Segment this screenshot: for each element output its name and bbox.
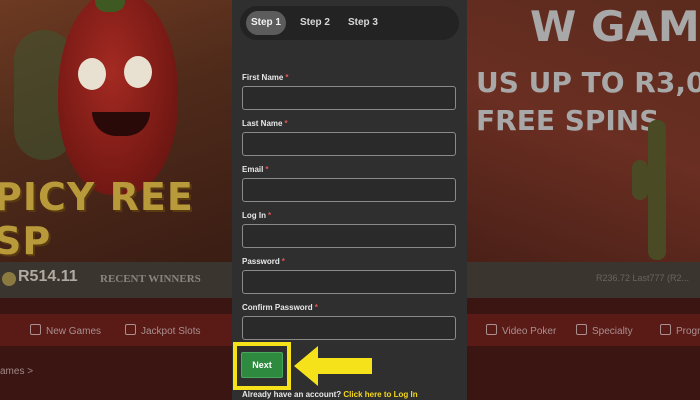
- login-label: Log In *: [242, 211, 272, 220]
- jackpot-icon: [125, 324, 136, 335]
- nav-item-new-games[interactable]: New Games: [30, 324, 101, 337]
- progressive-icon: [660, 324, 671, 335]
- nav-item-specialty[interactable]: Specialty: [576, 324, 633, 337]
- pepper-eye-right: [124, 56, 152, 88]
- specialty-icon: [576, 324, 587, 335]
- confirm-password-input[interactable]: [242, 316, 456, 340]
- email-label: Email *: [242, 165, 269, 174]
- recent-winners-label: RECENT WINNERS: [100, 273, 201, 285]
- next-button[interactable]: Next: [241, 352, 283, 378]
- last-name-label: Last Name *: [242, 119, 288, 128]
- login-prompt: Already have an account? Click here to L…: [242, 390, 418, 399]
- breadcrumb[interactable]: ames >: [0, 366, 33, 377]
- tab-step-3[interactable]: Step 3: [342, 11, 384, 35]
- pepper-eye-left: [78, 58, 106, 90]
- nav-item-video-poker[interactable]: Video Poker: [486, 324, 556, 337]
- pointer-arrow-icon: [294, 346, 372, 386]
- registration-modal: Step 1 Step 2 Step 3 First Name * Last Na…: [232, 0, 467, 400]
- tab-step-2[interactable]: Step 2: [294, 11, 336, 35]
- password-label: Password *: [242, 257, 285, 266]
- jackpot-coin-icon: [2, 272, 16, 286]
- pepper-character: [58, 0, 178, 195]
- confirm-password-label: Confirm Password *: [242, 303, 318, 312]
- tab-step-1[interactable]: Step 1: [246, 11, 286, 35]
- jackpot-amount: R514.11: [18, 268, 78, 285]
- last-name-input[interactable]: [242, 132, 456, 156]
- login-input[interactable]: [242, 224, 456, 248]
- first-name-label: First Name *: [242, 73, 289, 82]
- promo-headline: W GAME: [530, 2, 700, 51]
- nav-item-progressive[interactable]: Progr: [660, 324, 700, 337]
- cactus-arm-right: [632, 160, 648, 200]
- already-have-account-text: Already have an account?: [242, 390, 342, 399]
- login-link[interactable]: Click here to Log In: [343, 390, 417, 399]
- email-input[interactable]: [242, 178, 456, 202]
- game-banner-left: PICY REE SP: [0, 0, 232, 263]
- cactus-right: [648, 120, 666, 260]
- cards-icon: [486, 324, 497, 335]
- promo-spins-line: FREE SPINS: [476, 104, 660, 137]
- first-name-input[interactable]: [242, 86, 456, 110]
- promo-bonus-line: US UP TO R3,000: [476, 66, 700, 99]
- game-title-logo: PICY REE SP: [0, 175, 194, 263]
- winner-ticker: R236.72 Last777 (R2...: [596, 273, 690, 283]
- step-indicator: Step 1 Step 2 Step 3: [240, 6, 459, 40]
- star-icon: [30, 324, 41, 335]
- nav-item-jackpot-slots[interactable]: Jackpot Slots: [125, 324, 200, 337]
- password-input[interactable]: [242, 270, 456, 294]
